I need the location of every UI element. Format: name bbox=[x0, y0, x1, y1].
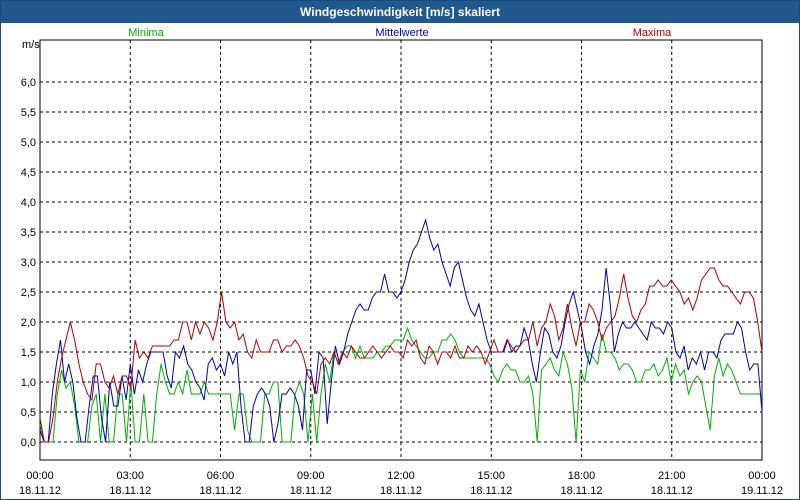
x-tick-time: 00:00 bbox=[26, 470, 54, 482]
y-tick-label: 4,5 bbox=[21, 167, 36, 179]
x-tick-date: 18.11.12 bbox=[109, 485, 151, 497]
y-tick-label: 2,0 bbox=[21, 317, 36, 329]
x-tick-time: 21:00 bbox=[658, 470, 686, 482]
x-tick-date: 18.11.12 bbox=[470, 485, 512, 497]
x-tick-time: 00:00 bbox=[748, 470, 776, 482]
x-tick-time: 12:00 bbox=[387, 470, 415, 482]
x-tick-date: 18.11.12 bbox=[380, 485, 422, 497]
x-tick-date: 18.11.12 bbox=[290, 485, 332, 497]
x-tick-time: 18:00 bbox=[568, 470, 596, 482]
y-tick-label: 1,0 bbox=[21, 377, 36, 389]
x-tick-date: 18.11.12 bbox=[199, 485, 241, 497]
x-tick-date: 18.11.12 bbox=[19, 485, 61, 497]
x-tick-date: 18.11.12 bbox=[651, 485, 693, 497]
x-tick-time: 09:00 bbox=[297, 470, 325, 482]
y-tick-label: 1,5 bbox=[21, 347, 36, 359]
y-tick-label: 5,5 bbox=[21, 107, 36, 119]
y-tick-label: 4,0 bbox=[21, 197, 36, 209]
y-tick-label: 6,0 bbox=[21, 77, 36, 89]
x-tick-time: 06:00 bbox=[207, 470, 235, 482]
x-tick-date: 18.11.12 bbox=[560, 485, 602, 497]
x-tick-date: 19.11.12 bbox=[741, 485, 783, 497]
y-axis-unit: m/s bbox=[22, 39, 40, 51]
y-tick-label: 5,0 bbox=[21, 137, 36, 149]
wind-speed-chart: Minima Mittelwerte Maxima m/s 0,0 0,5 1,0 1… bbox=[19, 27, 783, 497]
y-tick-label: 3,0 bbox=[21, 257, 36, 269]
legend-minima: Minima bbox=[128, 27, 164, 39]
y-tick-label: 3,5 bbox=[21, 227, 36, 239]
y-tick-label: 2,5 bbox=[21, 287, 36, 299]
legend-mittelwerte: Mittelwerte bbox=[375, 27, 428, 39]
y-tick-label: 0,0 bbox=[21, 437, 36, 449]
legend-maxima: Maxima bbox=[633, 27, 672, 39]
x-tick-time: 15:00 bbox=[477, 470, 505, 482]
y-tick-label: 0,5 bbox=[21, 407, 36, 419]
grid-lines bbox=[39, 39, 763, 461]
x-tick-time: 03:00 bbox=[116, 470, 144, 482]
